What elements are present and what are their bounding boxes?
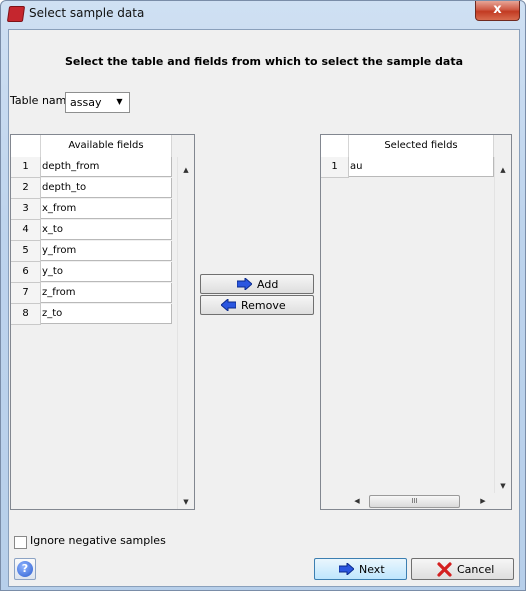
remove-button-label: Remove [241, 299, 286, 312]
row-number: 4 [11, 220, 41, 241]
row-number: 8 [11, 304, 41, 325]
close-button[interactable]: x [475, 1, 520, 21]
remove-button[interactable]: Remove [200, 295, 314, 315]
cancel-button-label: Cancel [457, 563, 495, 576]
add-button-label: Add [257, 278, 279, 291]
scroll-up-icon[interactable]: ▲ [495, 163, 511, 177]
table-row[interactable]: 4 x_to [11, 220, 172, 241]
row-number: 2 [11, 178, 41, 199]
table-name-select[interactable]: assay ▼ [65, 92, 130, 113]
table-row[interactable]: 7 z_from [11, 283, 172, 304]
arrow-right-icon [237, 278, 252, 290]
row-header-corner [321, 135, 349, 158]
cancel-x-icon [437, 562, 452, 577]
field-cell[interactable]: au [349, 157, 494, 177]
title-bar[interactable]: Select sample data x [1, 1, 525, 27]
cancel-button[interactable]: Cancel [411, 558, 514, 580]
ignore-negative-label: Ignore negative samples [30, 534, 166, 547]
selected-fields-hscrollbar[interactable]: ◀ III ▶ [349, 493, 510, 509]
scroll-down-icon[interactable]: ▼ [178, 495, 194, 509]
row-header-corner [11, 135, 41, 158]
field-cell[interactable]: y_to [41, 262, 172, 282]
scroll-up-icon[interactable]: ▲ [178, 163, 194, 177]
selected-fields-vscrollbar[interactable]: ▲ ▼ [494, 157, 511, 493]
table-row[interactable]: 8 z_to [11, 304, 172, 325]
arrow-right-icon [339, 563, 354, 575]
field-cell[interactable]: depth_to [41, 178, 172, 198]
next-button-label: Next [359, 563, 385, 576]
table-name-label: Table name [10, 94, 74, 107]
help-icon: ? [17, 561, 33, 577]
field-cell[interactable]: z_from [41, 283, 172, 303]
scroll-down-icon[interactable]: ▼ [495, 479, 511, 493]
available-fields-scrollbar[interactable]: ▲ ▼ [177, 157, 194, 509]
row-number: 1 [321, 157, 349, 178]
table-row[interactable]: 5 y_from [11, 241, 172, 262]
dialog-body: Select the table and fields from which t… [8, 29, 520, 587]
table-row[interactable]: 1 depth_from [11, 157, 172, 178]
chevron-down-icon[interactable]: ▼ [112, 95, 127, 109]
row-number: 1 [11, 157, 41, 178]
window-title: Select sample data [29, 6, 145, 20]
table-row[interactable]: 6 y_to [11, 262, 172, 283]
field-cell[interactable]: z_to [41, 304, 172, 324]
table-row[interactable]: 3 x_from [11, 199, 172, 220]
table-name-value: assay [70, 96, 102, 109]
scroll-right-icon[interactable]: ▶ [477, 494, 489, 508]
help-button[interactable]: ? [14, 558, 36, 580]
hscroll-thumb[interactable]: III [369, 495, 460, 508]
arrow-left-icon [221, 299, 236, 311]
row-number: 3 [11, 199, 41, 220]
available-fields-header: Available fields [41, 135, 172, 158]
row-number: 7 [11, 283, 41, 304]
field-cell[interactable]: x_from [41, 199, 172, 219]
table-row[interactable]: 1 au [321, 157, 494, 178]
field-cell[interactable]: depth_from [41, 157, 172, 177]
app-icon [6, 6, 26, 22]
scroll-left-icon[interactable]: ◀ [351, 494, 363, 508]
dialog-window: Select sample data x Select the table an… [0, 0, 526, 591]
available-fields-table[interactable]: Available fields 1 depth_from 2 depth_to 3 x_… [10, 134, 195, 510]
add-button[interactable]: Add [200, 274, 314, 294]
ignore-negative-checkbox[interactable] [14, 536, 27, 549]
row-number: 6 [11, 262, 41, 283]
selected-fields-header: Selected fields [349, 135, 494, 158]
field-cell[interactable]: y_from [41, 241, 172, 261]
dialog-heading: Select the table and fields from which t… [64, 55, 464, 68]
selected-fields-table[interactable]: Selected fields 1 au ▲ ▼ ◀ III ▶ [320, 134, 512, 510]
next-button[interactable]: Next [314, 558, 407, 580]
table-row[interactable]: 2 depth_to [11, 178, 172, 199]
field-cell[interactable]: x_to [41, 220, 172, 240]
row-number: 5 [11, 241, 41, 262]
